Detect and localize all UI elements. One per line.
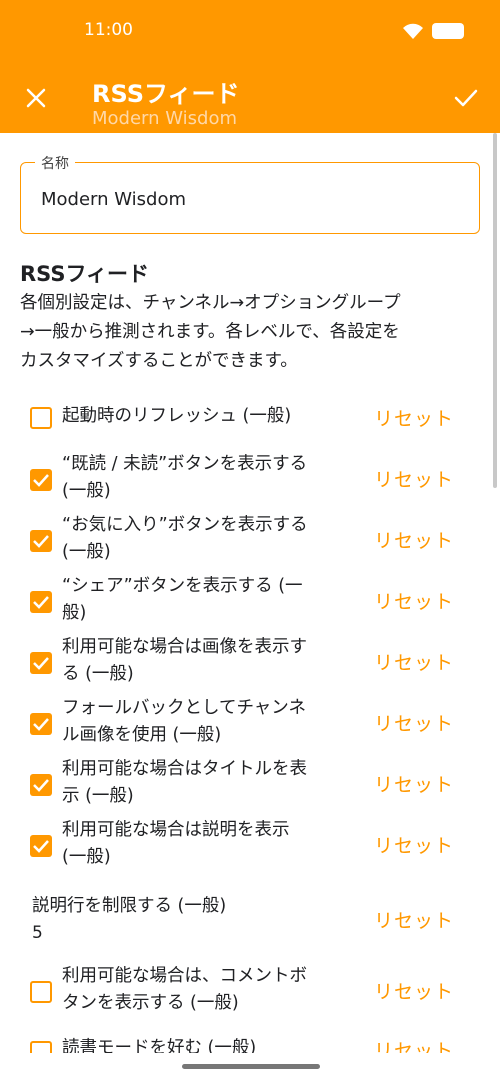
setting-row-show-title[interactable]: 利用可能な場合はタイトルを表 示 (一般) リセット (0, 756, 500, 812)
comment-button-checkbox[interactable] (30, 981, 52, 1003)
read-unread-button-checkbox[interactable] (30, 469, 52, 491)
battery-icon (432, 23, 464, 39)
setting-label-line: (一般) (62, 542, 111, 562)
name-field-label: 名称 (35, 153, 75, 173)
section-desc-line: カスタマイズすることができます。 (20, 351, 298, 371)
fallback-channel-image-checkbox[interactable] (30, 713, 52, 735)
setting-label: “お気に入り”ボタンを表示する (一般) (62, 512, 352, 566)
setting-row-limit-description-lines[interactable]: 説明行を制限する (一般) 5 リセット (0, 893, 500, 951)
refresh-on-start-checkbox[interactable] (30, 407, 52, 429)
checkmark-icon (33, 535, 49, 548)
setting-label-line: 利用可能な場合は画像を表示す (62, 637, 307, 657)
reset-button[interactable]: リセット (374, 526, 454, 553)
setting-label-line: 利用可能な場合は説明を表示 (62, 820, 290, 840)
setting-row-read-unread-button[interactable]: “既読 / 未読”ボタンを表示する (一般) リセット (0, 451, 500, 507)
setting-label-line: 読書モードを好む (一般) (62, 1038, 257, 1053)
wifi-icon (403, 23, 423, 39)
setting-label: フォールバックとしてチャンネ ル画像を使用 (一般) (62, 695, 352, 749)
name-field-value[interactable]: Modern Wisdom (41, 189, 186, 210)
setting-row-show-description[interactable]: 利用可能な場合は説明を表示 (一般) リセット (0, 817, 500, 873)
setting-label: 利用可能な場合は画像を表示す る (一般) (62, 634, 352, 688)
setting-label-line: 起動時のリフレッシュ (一般) (62, 406, 292, 426)
settings-content: 名称 Modern Wisdom RSSフィード 各個別設定は、チャンネル→オプ… (0, 133, 500, 1053)
checkmark-icon (33, 474, 49, 487)
app-bar: 11:00 RSSフィード Modern Wisdom (0, 0, 500, 133)
setting-label: “シェア”ボタンを表示する (一 般) (62, 573, 352, 627)
setting-label-line: “シェア”ボタンを表示する (一 (62, 576, 303, 596)
setting-row-fallback-channel-image[interactable]: フォールバックとしてチャンネ ル画像を使用 (一般) リセット (0, 695, 500, 751)
reset-button[interactable]: リセット (374, 977, 454, 1004)
checkmark-icon (454, 89, 478, 107)
reset-button[interactable]: リセット (374, 831, 454, 858)
setting-row-share-button[interactable]: “シェア”ボタンを表示する (一 般) リセット (0, 573, 500, 629)
setting-label: 利用可能な場合は、コメントボ タンを表示する (一般) (62, 963, 352, 1017)
section-description: 各個別設定は、チャンネル→オプショングループ →一般から推測されます。各レベルで… (20, 289, 475, 376)
setting-label: 読書モードを好む (一般) (62, 1035, 352, 1053)
reset-button[interactable]: リセット (374, 770, 454, 797)
status-icons (402, 22, 464, 40)
save-button[interactable] (450, 82, 482, 114)
reset-button[interactable]: リセット (374, 709, 454, 736)
setting-label-line: 示 (一般) (62, 786, 134, 806)
setting-label-line: (一般) (62, 481, 111, 501)
status-time: 11:00 (84, 20, 133, 40)
show-title-checkbox[interactable] (30, 774, 52, 796)
page-title: RSSフィード (92, 80, 240, 108)
setting-label-line: る (一般) (62, 664, 134, 684)
setting-row-favorite-button[interactable]: “お気に入り”ボタンを表示する (一般) リセット (0, 512, 500, 568)
checkmark-icon (33, 596, 49, 609)
home-indicator (182, 1064, 320, 1069)
section-desc-line: →一般から推測されます。各レベルで、各設定を (20, 322, 400, 342)
setting-label-line: 利用可能な場合はタイトルを表 (62, 759, 307, 779)
setting-label: 利用可能な場合はタイトルを表 示 (一般) (62, 756, 352, 810)
checkmark-icon (33, 779, 49, 792)
reset-button[interactable]: リセット (374, 465, 454, 492)
reset-button[interactable]: リセット (374, 1036, 454, 1053)
setting-label: “既読 / 未読”ボタンを表示する (一般) (62, 451, 352, 505)
close-button[interactable] (20, 82, 52, 114)
section-title: RSSフィード (20, 262, 150, 286)
setting-row-show-image[interactable]: 利用可能な場合は画像を表示す る (一般) リセット (0, 634, 500, 690)
setting-label: 起動時のリフレッシュ (一般) (62, 403, 352, 430)
favorite-button-checkbox[interactable] (30, 530, 52, 552)
reset-button[interactable]: リセット (374, 648, 454, 675)
page-subtitle: Modern Wisdom (92, 108, 238, 129)
setting-label-line: タンを表示する (一般) (62, 993, 239, 1013)
setting-label-line: “既読 / 未読”ボタンを表示する (62, 454, 308, 474)
share-button-checkbox[interactable] (30, 591, 52, 613)
setting-label: 利用可能な場合は説明を表示 (一般) (62, 817, 352, 871)
show-image-checkbox[interactable] (30, 652, 52, 674)
setting-label: 説明行を制限する (一般) (32, 896, 227, 916)
setting-row-refresh-on-start[interactable]: 起動時のリフレッシュ (一般) リセット (0, 403, 500, 433)
reset-button[interactable]: リセット (374, 906, 454, 933)
name-field[interactable]: 名称 Modern Wisdom (20, 153, 480, 234)
setting-label-line: “お気に入り”ボタンを表示する (62, 515, 308, 535)
reset-button[interactable]: リセット (374, 587, 454, 614)
setting-value: 5 (32, 923, 43, 943)
setting-label-line: ル画像を使用 (一般) (62, 725, 222, 745)
close-icon (26, 88, 46, 108)
reset-button[interactable]: リセット (374, 404, 454, 431)
section-desc-line: 各個別設定は、チャンネル→オプショングループ (20, 293, 401, 313)
checkmark-icon (33, 718, 49, 731)
setting-row-reading-mode[interactable]: 読書モードを好む (一般) リセット (0, 1035, 500, 1053)
setting-label-line: フォールバックとしてチャンネ (62, 698, 306, 718)
setting-label-line: 利用可能な場合は、コメントボ (62, 966, 307, 986)
show-description-checkbox[interactable] (30, 835, 52, 857)
checkmark-icon (33, 657, 49, 670)
reading-mode-checkbox[interactable] (30, 1041, 52, 1053)
checkmark-icon (33, 840, 49, 853)
setting-label-line: (一般) (62, 847, 111, 867)
setting-label-line: 般) (62, 603, 87, 623)
setting-row-comment-button[interactable]: 利用可能な場合は、コメントボ タンを表示する (一般) リセット (0, 963, 500, 1019)
